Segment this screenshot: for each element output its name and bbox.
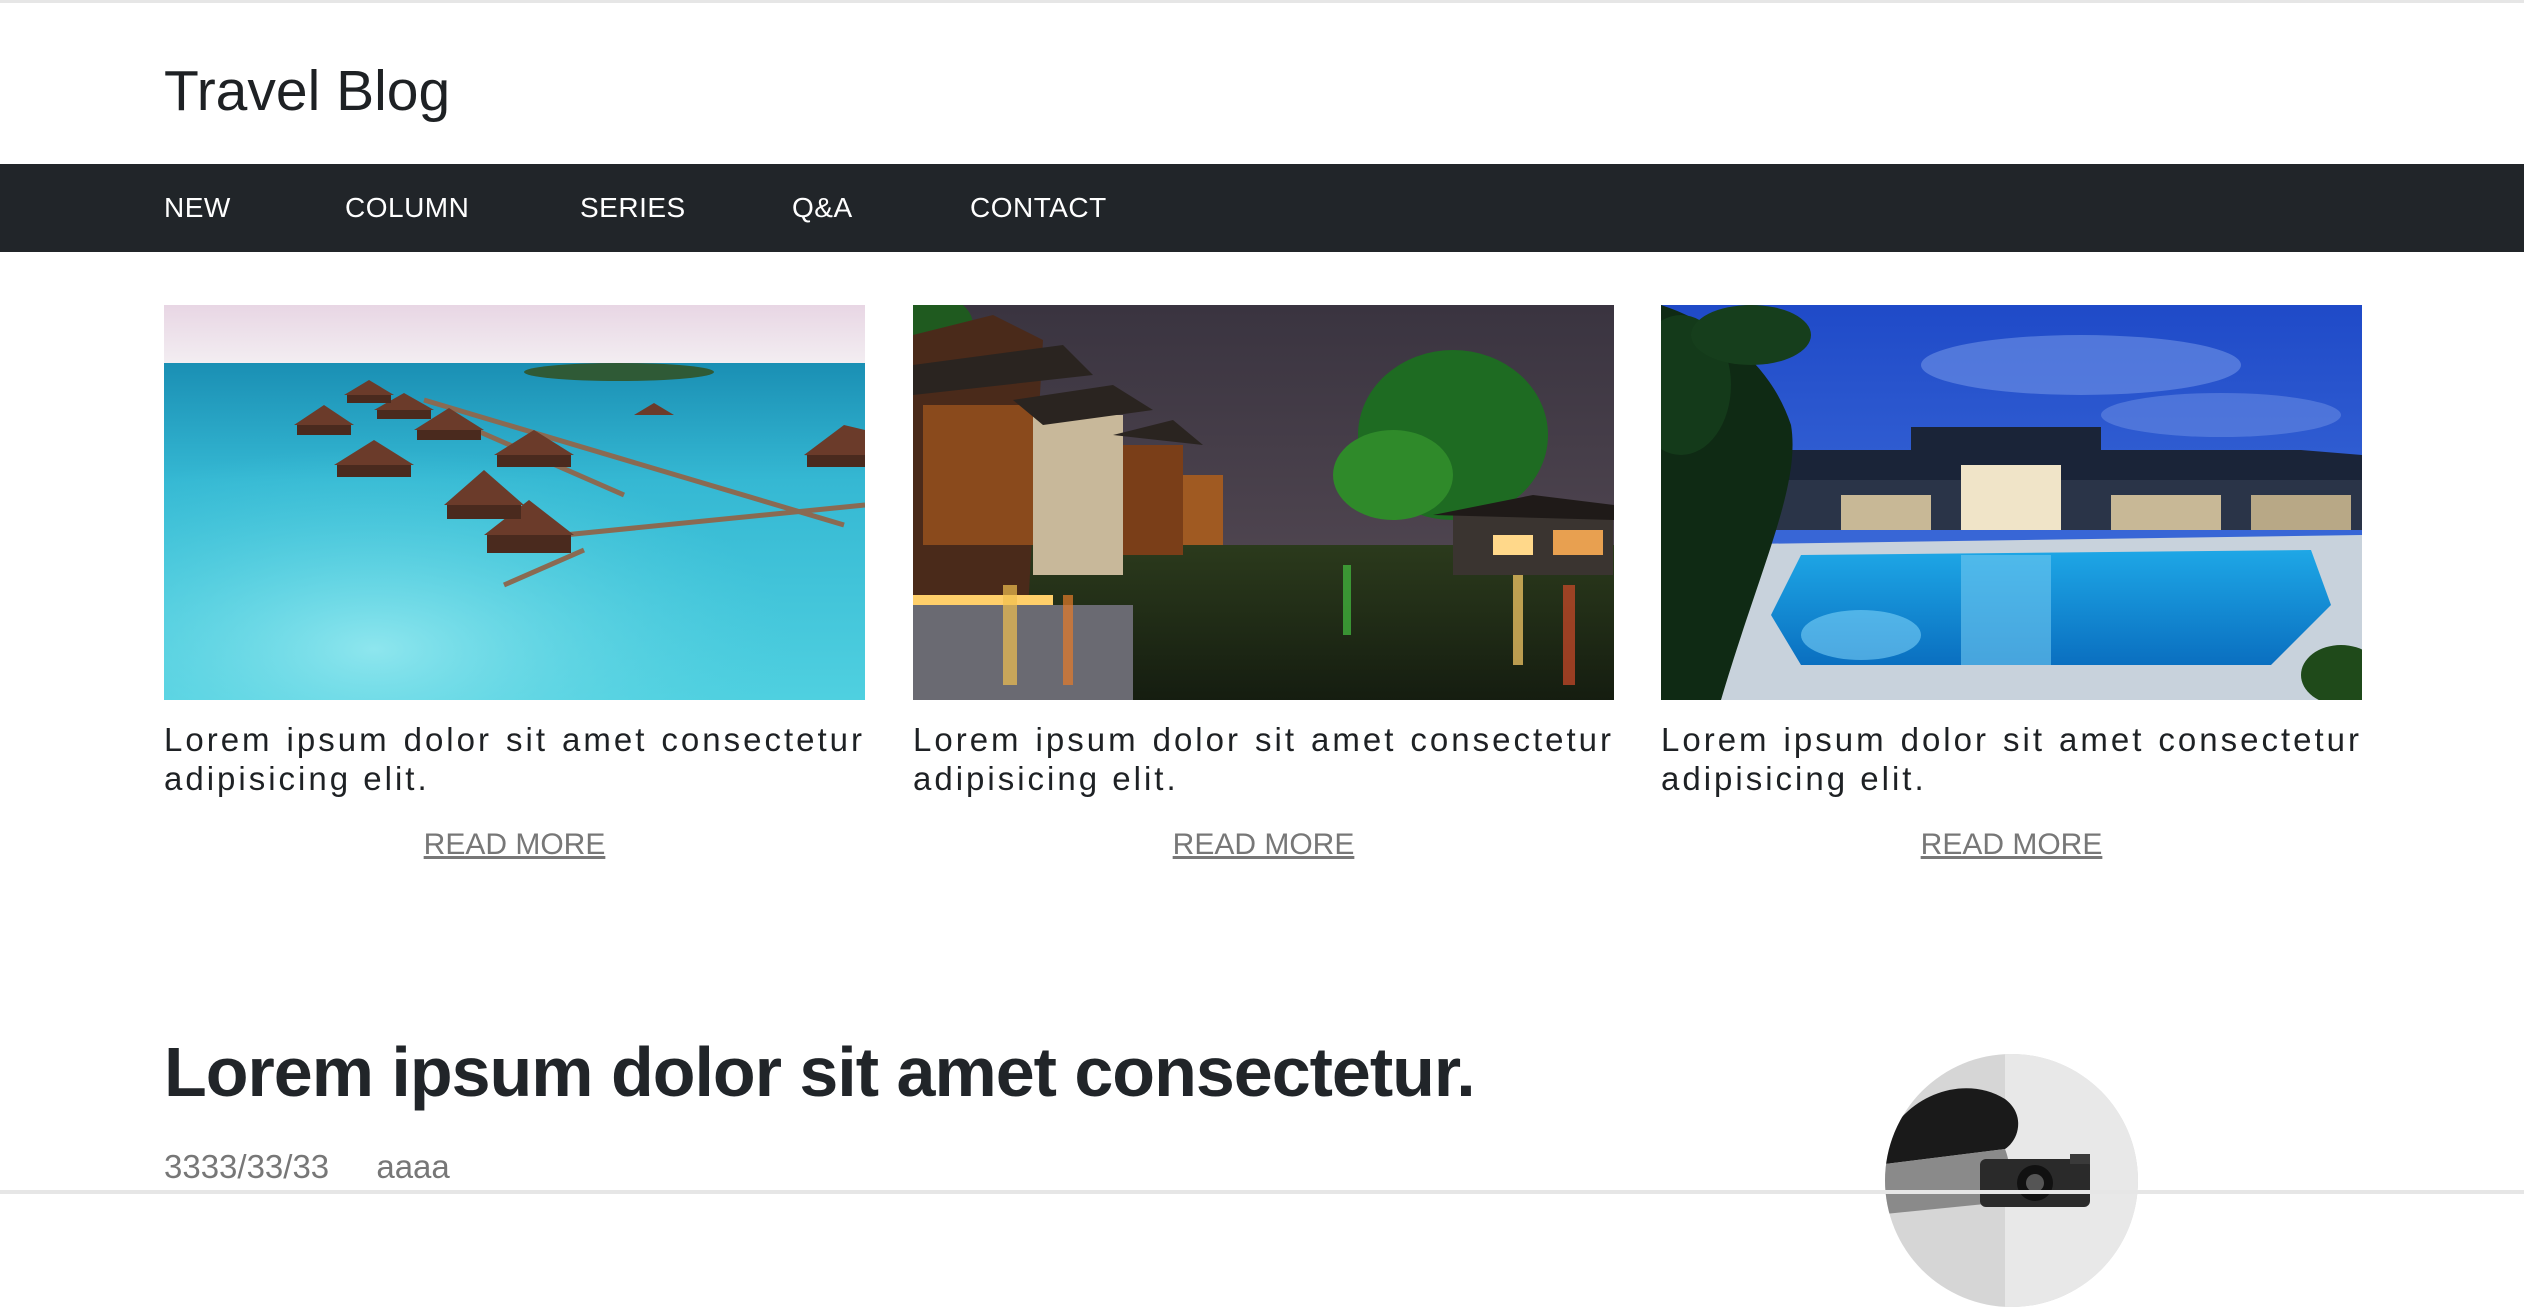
article-card-1: Lorem ipsum dolor sit amet consectetur a… [164,305,865,862]
card-excerpt: Lorem ipsum dolor sit amet consectetur a… [913,721,1614,797]
read-more-link-3[interactable]: READ MORE [1661,828,2362,862]
nav-item-contact[interactable]: CONTACT [970,164,1107,252]
main-navbar: NEW COLUMN SERIES Q&A CONTACT [0,164,2524,252]
article-card-2: Lorem ipsum dolor sit amet consectetur a… [913,305,1614,862]
author-avatar [1885,1054,2138,1307]
overwater-bungalows-photo[interactable] [164,305,865,700]
card-excerpt: Lorem ipsum dolor sit amet consectetur a… [164,721,865,797]
read-more-link-2[interactable]: READ MORE [913,828,1614,862]
post-meta: 3333/33/33 aaaa [164,1148,450,1186]
site-title[interactable]: Travel Blog [164,60,450,123]
read-more-link-1[interactable]: READ MORE [164,828,865,862]
post-author: aaaa [376,1148,450,1185]
nav-item-new[interactable]: NEW [164,164,231,252]
photographer-photo [1885,1054,2138,1307]
post-title[interactable]: Lorem ipsum dolor sit amet consectetur. [164,1034,1476,1111]
top-divider [0,0,2524,3]
card-excerpt: Lorem ipsum dolor sit amet consectetur a… [1661,721,2362,797]
nav-item-column[interactable]: COLUMN [345,164,469,252]
nav-item-qa[interactable]: Q&A [792,164,853,252]
nav-item-series[interactable]: SERIES [580,164,686,252]
resort-pool-photo[interactable] [1661,305,2362,700]
post-date: 3333/33/33 [164,1148,330,1185]
night-canal-town-photo[interactable] [913,305,1614,700]
article-card-3: Lorem ipsum dolor sit amet consectetur a… [1661,305,2362,862]
bottom-divider [0,1190,2524,1194]
